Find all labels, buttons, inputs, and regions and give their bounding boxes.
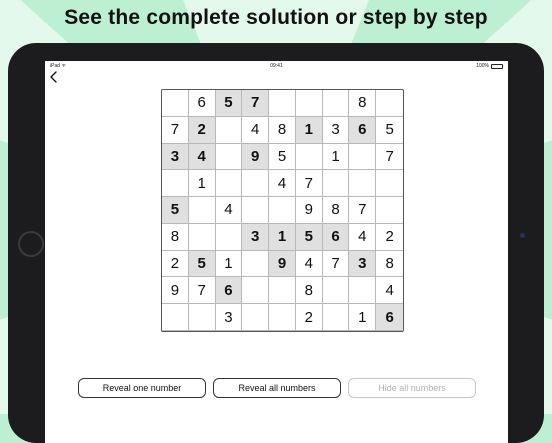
sudoku-cell[interactable]: 3 bbox=[215, 304, 243, 331]
sudoku-cell[interactable]: 5 bbox=[295, 223, 323, 251]
sudoku-cell[interactable] bbox=[322, 90, 350, 117]
sudoku-cell[interactable]: 1 bbox=[322, 143, 350, 171]
camera-icon bbox=[18, 231, 44, 257]
sudoku-cell[interactable] bbox=[162, 90, 189, 117]
sudoku-cell[interactable]: 4 bbox=[242, 116, 270, 144]
sudoku-cell[interactable] bbox=[349, 143, 377, 171]
sudoku-cell[interactable]: 4 bbox=[269, 170, 296, 198]
sudoku-cell[interactable]: 6 bbox=[215, 277, 243, 305]
sudoku-cell[interactable]: 4 bbox=[349, 223, 377, 251]
status-bar: iPad ᯤ 09:41 100% bbox=[45, 61, 508, 70]
sudoku-cell[interactable]: 3 bbox=[242, 223, 270, 251]
sudoku-cell[interactable] bbox=[295, 143, 323, 171]
sudoku-cell[interactable]: 6 bbox=[376, 304, 403, 331]
sudoku-cell[interactable] bbox=[188, 304, 216, 331]
sudoku-cell[interactable] bbox=[242, 170, 270, 198]
sudoku-cell[interactable]: 5 bbox=[269, 143, 296, 171]
sudoku-cell[interactable]: 8 bbox=[349, 90, 377, 117]
sudoku-cell[interactable] bbox=[162, 304, 189, 331]
sudoku-cell[interactable]: 2 bbox=[376, 224, 403, 251]
sudoku-cell[interactable] bbox=[376, 197, 403, 224]
sudoku-cell[interactable]: 8 bbox=[322, 197, 350, 224]
sudoku-cell[interactable]: 1 bbox=[269, 223, 296, 251]
sudoku-cell[interactable]: 4 bbox=[376, 277, 403, 305]
sudoku-cell[interactable]: 8 bbox=[269, 116, 296, 144]
sudoku-cell[interactable] bbox=[376, 170, 403, 198]
sudoku-cell[interactable]: 4 bbox=[295, 250, 323, 278]
sudoku-cell[interactable] bbox=[295, 90, 323, 117]
sudoku-cell[interactable]: 7 bbox=[349, 197, 377, 224]
sudoku-cell[interactable] bbox=[242, 197, 270, 224]
sudoku-cell[interactable] bbox=[322, 304, 350, 331]
sudoku-grid: 6578724813653495171475498783156422519473… bbox=[161, 89, 404, 332]
sudoku-cell[interactable]: 5 bbox=[162, 197, 189, 224]
sudoku-cell[interactable]: 6 bbox=[349, 116, 377, 144]
sudoku-cell[interactable] bbox=[242, 304, 270, 331]
sudoku-cell[interactable]: 7 bbox=[188, 277, 216, 305]
headline: See the complete solution or step by ste… bbox=[64, 6, 488, 29]
sudoku-cell[interactable]: 7 bbox=[322, 250, 350, 278]
sudoku-cell[interactable]: 2 bbox=[188, 116, 216, 144]
sudoku-cell[interactable]: 4 bbox=[215, 197, 243, 224]
sensor-dot bbox=[520, 233, 525, 238]
sudoku-cell[interactable]: 5 bbox=[215, 90, 243, 117]
sudoku-cell[interactable] bbox=[349, 170, 377, 198]
sudoku-cell[interactable]: 1 bbox=[349, 304, 377, 331]
sudoku-cell[interactable] bbox=[188, 223, 216, 251]
sudoku-cell[interactable]: 2 bbox=[162, 250, 189, 278]
sudoku-cell[interactable] bbox=[162, 170, 189, 198]
sudoku-cell[interactable] bbox=[188, 197, 216, 224]
sudoku-cell[interactable]: 3 bbox=[322, 116, 350, 144]
sudoku-cell[interactable] bbox=[376, 90, 403, 117]
battery-icon bbox=[491, 63, 503, 69]
reveal-all-button[interactable]: Reveal all numbers bbox=[213, 378, 341, 398]
sudoku-cell[interactable]: 4 bbox=[188, 143, 216, 171]
ipad-device: iPad ᯤ 09:41 100% 6578724813653495171475… bbox=[8, 43, 544, 443]
sudoku-cell[interactable]: 7 bbox=[162, 116, 189, 144]
sudoku-cell[interactable]: 3 bbox=[349, 250, 377, 278]
sudoku-cell[interactable]: 1 bbox=[188, 170, 216, 198]
status-time: 09:41 bbox=[270, 63, 283, 69]
sudoku-cell[interactable] bbox=[269, 90, 296, 117]
sudoku-cell[interactable]: 8 bbox=[376, 251, 403, 278]
hide-all-button[interactable]: Hide all numbers bbox=[348, 378, 476, 398]
status-battery-group: 100% bbox=[476, 63, 503, 69]
sudoku-cell[interactable]: 5 bbox=[376, 117, 403, 144]
sudoku-cell[interactable]: 2 bbox=[295, 304, 323, 331]
sudoku-cell[interactable] bbox=[215, 143, 243, 171]
sudoku-cell[interactable] bbox=[269, 197, 296, 224]
app-screen: iPad ᯤ 09:41 100% 6578724813653495171475… bbox=[45, 61, 508, 443]
sudoku-cell[interactable] bbox=[242, 277, 270, 305]
reveal-one-button[interactable]: Reveal one number bbox=[78, 378, 206, 398]
sudoku-cell[interactable]: 9 bbox=[269, 250, 296, 278]
sudoku-cell[interactable]: 9 bbox=[242, 143, 270, 171]
sudoku-cell[interactable]: 5 bbox=[188, 250, 216, 278]
sudoku-cell[interactable]: 7 bbox=[376, 144, 403, 171]
sudoku-cell[interactable] bbox=[322, 277, 350, 305]
sudoku-cell[interactable]: 8 bbox=[162, 223, 189, 251]
sudoku-cell[interactable] bbox=[349, 277, 377, 305]
sudoku-cell[interactable]: 7 bbox=[295, 170, 323, 198]
sudoku-cell[interactable] bbox=[242, 250, 270, 278]
action-buttons: Reveal one number Reveal all numbers Hid… bbox=[45, 378, 508, 402]
sudoku-cell[interactable]: 9 bbox=[295, 197, 323, 224]
sudoku-cell[interactable]: 1 bbox=[295, 116, 323, 144]
sudoku-cell[interactable] bbox=[269, 304, 296, 331]
sudoku-cell[interactable]: 8 bbox=[295, 277, 323, 305]
battery-percent: 100% bbox=[476, 63, 489, 69]
sudoku-cell[interactable] bbox=[322, 170, 350, 198]
sudoku-cell[interactable]: 9 bbox=[162, 277, 189, 305]
chevron-left-icon[interactable] bbox=[49, 71, 59, 83]
sudoku-cell[interactable]: 6 bbox=[188, 90, 216, 117]
sudoku-cell[interactable] bbox=[215, 116, 243, 144]
sudoku-cell[interactable]: 6 bbox=[322, 223, 350, 251]
sudoku-cell[interactable] bbox=[269, 277, 296, 305]
sudoku-cell[interactable] bbox=[215, 223, 243, 251]
sudoku-cell[interactable]: 1 bbox=[215, 250, 243, 278]
sudoku-cell[interactable]: 7 bbox=[242, 90, 270, 117]
sudoku-cell[interactable] bbox=[215, 170, 243, 198]
sudoku-cell[interactable]: 3 bbox=[162, 143, 189, 171]
